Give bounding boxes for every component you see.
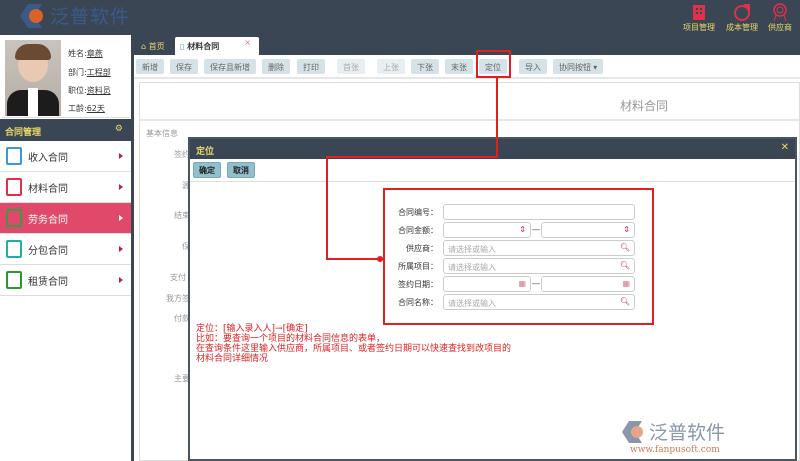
user-tenure-link[interactable]: 62天 <box>87 104 105 113</box>
save-and-new-button[interactable]: 保存且新增 <box>204 59 256 74</box>
sign-date-end-input[interactable]: ▦ <box>541 276 635 292</box>
chevron-right-icon <box>119 153 123 159</box>
settings-list-icon <box>6 271 22 289</box>
delete-button[interactable]: 删除 <box>262 59 290 74</box>
close-icon[interactable]: × <box>244 38 251 47</box>
user-name-link[interactable]: 章燕 <box>87 49 103 58</box>
home-icon: ⌂ <box>141 42 147 51</box>
toolbar: 新增 保存 保存且新增 删除 打印 首张 上张 下张 末张 定位 导入 协同按钮… <box>134 55 800 79</box>
calendar-icon[interactable]: ▦ <box>518 279 526 288</box>
amount-max-input[interactable]: ⇕ <box>541 222 635 238</box>
annotation-text: 定位：[输入录入人]→[确定] 比如：要查询一个项目的材料合同信息的表单， 在查… <box>196 324 512 364</box>
tab-home[interactable]: ⌂ 首页 <box>136 37 170 55</box>
logo-icon <box>20 3 46 28</box>
new-button[interactable]: 新增 <box>136 59 164 74</box>
logo-icon <box>622 420 643 443</box>
search-icon[interactable]: 🔍︎ <box>620 261 630 270</box>
edit-icon <box>6 240 22 258</box>
cancel-button[interactable]: 取消 <box>227 162 255 178</box>
sidebar: 姓名:章燕 部门:工程部 职位:资料员 工龄:62天 合同管理 ⚙ 收入合同 材料… <box>0 35 131 461</box>
tab-material-contract[interactable]: ▯ 材料合同 × <box>175 37 259 55</box>
gear-icon[interactable]: ⚙ <box>115 124 123 134</box>
user-role-link[interactable]: 资料员 <box>87 86 111 95</box>
close-icon[interactable]: ✕ <box>781 142 789 153</box>
nav-supplier[interactable]: 供应商 <box>760 2 800 33</box>
highlight-box: 合同编号： 合同金额： ⇕ — ⇕ 供应商： 请选择或输入 🔍︎ 所属项目： 请选择或输入 🔍… <box>383 188 654 325</box>
user-card: 姓名:章燕 部门:工程部 职位:资料员 工龄:62天 <box>2 37 129 118</box>
prev-button[interactable]: 上张 <box>377 59 405 74</box>
user-dept-link[interactable]: 工程部 <box>87 68 111 77</box>
tab-bar: ⌂ 首页 ▯ 材料合同 × <box>134 35 800 55</box>
amount-min-input[interactable]: ⇕ <box>443 222 531 238</box>
last-button[interactable]: 末张 <box>445 59 473 74</box>
sidebar-item-lease-contract[interactable]: 租赁合同 <box>0 265 131 296</box>
print-button[interactable]: 打印 <box>297 59 325 74</box>
import-button[interactable]: 导入 <box>519 59 547 74</box>
search-icon[interactable]: 🔍︎ <box>620 243 630 252</box>
contract-name-input[interactable]: 请选择或输入 🔍︎ <box>443 294 635 310</box>
document-title: 材料合同 <box>620 99 669 113</box>
file-icon: ▯ <box>180 42 185 51</box>
award-icon <box>773 3 787 22</box>
locate-highlight <box>476 50 511 78</box>
supplier-input[interactable]: 请选择或输入 🔍︎ <box>443 240 635 256</box>
locate-dialog: 定位 ✕ 确定 取消 合同编号： 合同金额： ⇕ — ⇕ 供应商： 请选择或输入 🔍︎ 所… <box>188 137 797 461</box>
building-icon <box>693 5 705 20</box>
document-icon <box>6 178 22 196</box>
spinner-icon[interactable]: ⇕ <box>623 225 630 234</box>
pie-chart-icon <box>734 4 750 21</box>
watermark: 泛普软件 www.fanpusoft.com <box>622 418 725 455</box>
app-header: 泛普软件 项目管理 成本管理 供应商 <box>0 0 800 35</box>
confirm-button[interactable]: 确定 <box>193 162 221 178</box>
next-button[interactable]: 下张 <box>411 59 439 74</box>
nav-project-management[interactable]: 项目管理 <box>679 2 719 33</box>
chevron-right-icon <box>119 246 123 252</box>
sign-date-start-input[interactable]: ▦ <box>443 276 531 292</box>
sidebar-item-labor-contract[interactable]: 劳务合同 <box>0 203 131 234</box>
contract-icon <box>6 147 22 165</box>
sidebar-item-material-contract[interactable]: 材料合同 <box>0 172 131 203</box>
search-icon[interactable]: 🔍︎ <box>620 297 630 306</box>
collab-button[interactable]: 协同按钮 ▾ <box>553 59 604 74</box>
project-input[interactable]: 请选择或输入 🔍︎ <box>443 258 635 274</box>
save-button[interactable]: 保存 <box>170 59 198 74</box>
chevron-right-icon <box>119 184 123 190</box>
chevron-right-icon <box>119 215 123 221</box>
avatar <box>5 40 61 116</box>
nav-cost-management[interactable]: 成本管理 <box>722 2 762 33</box>
logo: 泛普软件 <box>20 2 130 29</box>
spinner-icon[interactable]: ⇕ <box>519 225 526 234</box>
sidebar-item-income-contract[interactable]: 收入合同 <box>0 141 131 172</box>
list-icon <box>6 209 22 227</box>
calendar-icon[interactable]: ▦ <box>622 279 630 288</box>
section-header: 合同管理 ⚙ <box>0 119 131 141</box>
contract-no-input[interactable] <box>443 204 635 220</box>
first-button[interactable]: 首张 <box>337 59 365 74</box>
chevron-right-icon <box>119 277 123 283</box>
sidebar-item-subcontract[interactable]: 分包合同 <box>0 234 131 265</box>
